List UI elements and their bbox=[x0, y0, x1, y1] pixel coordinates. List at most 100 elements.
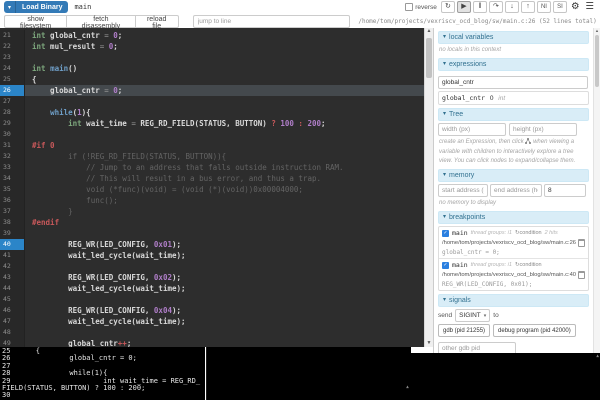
memory-bytes-per-line-input[interactable] bbox=[544, 184, 586, 197]
load-binary-label: Load Binary bbox=[16, 1, 68, 13]
menu-button[interactable]: ☰ bbox=[583, 1, 596, 13]
memory-start-address-input[interactable] bbox=[438, 184, 488, 197]
code-line-29: 29 int wait_time = REG_RD_FIELD(STATUS, … bbox=[0, 118, 424, 129]
line-number-42[interactable]: 42 bbox=[0, 261, 25, 272]
memory-end-address-input[interactable] bbox=[490, 184, 542, 197]
line-number-24[interactable]: 24 bbox=[0, 63, 25, 74]
line-number-28[interactable]: 28 bbox=[0, 107, 25, 118]
line-number-49[interactable]: 49 bbox=[0, 338, 25, 347]
line-number-36[interactable]: 36 bbox=[0, 195, 25, 206]
signal-select[interactable]: SIGINT ▾ bbox=[455, 309, 490, 322]
line-number-32[interactable]: 32 bbox=[0, 151, 25, 162]
tree-width-input[interactable] bbox=[438, 123, 506, 136]
code-text: int global_cntr = 0; bbox=[25, 30, 424, 41]
code-text bbox=[25, 327, 424, 338]
jump-to-line-input[interactable] bbox=[193, 15, 351, 28]
line-number-25[interactable]: 25 bbox=[0, 74, 25, 85]
breakpoint-enabled-checkbox[interactable]: ✓ bbox=[442, 230, 449, 237]
code-line-25: 25{ bbox=[0, 74, 424, 85]
reverse-checkbox[interactable] bbox=[405, 3, 413, 11]
scroll-up-icon[interactable]: ▲ bbox=[404, 385, 411, 391]
reload-file-button[interactable]: reload file bbox=[135, 15, 179, 28]
breakpoint-condition-button[interactable]: ↻condition bbox=[515, 230, 542, 236]
scroll-down-icon[interactable]: ▼ bbox=[425, 340, 433, 347]
line-number-29[interactable]: 29 bbox=[0, 118, 25, 129]
expression-input[interactable] bbox=[438, 76, 588, 89]
line-number-44[interactable]: 44 bbox=[0, 283, 25, 294]
section-header-memory[interactable]: ▾ memory bbox=[438, 169, 589, 182]
line-number-26[interactable]: 26 bbox=[0, 85, 25, 96]
scroll-up-icon[interactable]: ▲ bbox=[596, 354, 599, 359]
gdb-terminal[interactable]: 25 {26 global_cntr = 0;2728 while(1){29 … bbox=[0, 347, 205, 400]
line-number-38[interactable]: 38 bbox=[0, 217, 25, 228]
line-number-47[interactable]: 47 bbox=[0, 316, 25, 327]
pause-button[interactable]: ‖ bbox=[473, 1, 487, 13]
line-number-23[interactable]: 23 bbox=[0, 52, 25, 63]
step-out-button[interactable]: ↑ bbox=[521, 1, 535, 13]
line-number-31[interactable]: 31 bbox=[0, 140, 25, 151]
line-number-34[interactable]: 34 bbox=[0, 173, 25, 184]
line-number-46[interactable]: 46 bbox=[0, 305, 25, 316]
line-number-45[interactable]: 45 bbox=[0, 294, 25, 305]
chevron-down-icon[interactable]: ▾ bbox=[4, 1, 16, 13]
gdbgui-console-terminal[interactable]: ▲ ▲ The program stopped because it recei… bbox=[206, 347, 411, 400]
line-number-35[interactable]: 35 bbox=[0, 184, 25, 195]
signal-target-buttons: gdb (pid 21255)debug program (pid 42000) bbox=[438, 324, 589, 337]
step-over-button[interactable]: ↷ bbox=[489, 1, 503, 13]
code-text bbox=[25, 261, 424, 272]
line-number-37[interactable]: 37 bbox=[0, 206, 25, 217]
line-number-22[interactable]: 22 bbox=[0, 41, 25, 52]
settings-button[interactable]: ⚙ bbox=[569, 1, 582, 13]
expression-result-row[interactable]: global_cntr 0 int bbox=[438, 91, 589, 105]
code-text: while(1){ bbox=[25, 107, 424, 118]
line-number-27[interactable]: 27 bbox=[0, 96, 25, 107]
send-signal-gdb-button[interactable]: gdb (pid 21255) bbox=[438, 324, 490, 337]
current-file-path: /home/tom/projects/vexriscv_ocd_blog/sw/… bbox=[358, 18, 596, 25]
section-header-local-variables[interactable]: ▾ local variables bbox=[438, 31, 589, 44]
section-header-breakpoints[interactable]: ▾ breakpoints bbox=[438, 211, 589, 224]
code-line-32: 32 if (!REG_RD_FIELD(STATUS, BUTTON)){ bbox=[0, 151, 424, 162]
code-text: if (!REG_RD_FIELD(STATUS, BUTTON)){ bbox=[25, 151, 424, 162]
sidebar-scrollbar-thumb[interactable] bbox=[595, 35, 599, 87]
load-binary-button[interactable]: ▾ Load Binary bbox=[4, 1, 68, 13]
line-number-41[interactable]: 41 bbox=[0, 250, 25, 261]
section-header-tree[interactable]: ▾ Tree bbox=[438, 108, 589, 121]
section-header-signals[interactable]: ▾ signals bbox=[438, 294, 589, 307]
breakpoint-condition-button[interactable]: ↻condition bbox=[515, 262, 542, 268]
other-gdb-pid-input[interactable] bbox=[438, 342, 516, 353]
editor-scrollbar[interactable]: ▲ ▼ bbox=[424, 28, 433, 347]
step-instruction-button[interactable]: SI bbox=[553, 1, 567, 13]
line-number-48[interactable]: 48 bbox=[0, 327, 25, 338]
section-header-expressions[interactable]: ▾ expressions bbox=[438, 58, 589, 71]
binary-path-input[interactable] bbox=[72, 2, 206, 13]
breakpoint-entry-1: ✓mainthread groups: i1↻condition2 hits/h… bbox=[439, 227, 588, 258]
scroll-up-icon[interactable]: ▲ bbox=[425, 28, 433, 35]
send-signal-debug-program-button[interactable]: debug program (pid 42000) bbox=[493, 324, 576, 337]
scroll-up-icon[interactable]: ▲ bbox=[594, 28, 600, 34]
line-number-30[interactable]: 30 bbox=[0, 129, 25, 140]
top-toolbar: ▾ Load Binary reverse ↻▶‖↷↓↑NISI⚙☰ bbox=[0, 0, 600, 14]
breakpoint-enabled-checkbox[interactable]: ✓ bbox=[442, 262, 449, 269]
delete-breakpoint-icon[interactable] bbox=[578, 239, 585, 247]
next-instruction-button[interactable]: NI bbox=[537, 1, 551, 13]
code-line-37: 37 } bbox=[0, 206, 424, 217]
line-number-40[interactable]: 40 bbox=[0, 239, 25, 250]
code-text bbox=[25, 294, 424, 305]
source-editor[interactable]: 21int global_cntr = 0;22int mul_result =… bbox=[0, 28, 433, 347]
delete-breakpoint-icon[interactable] bbox=[578, 271, 585, 279]
continue-button[interactable]: ▶ bbox=[457, 1, 471, 13]
editor-scrollbar-thumb[interactable] bbox=[426, 38, 432, 78]
sidebar-scrollbar[interactable]: ▲ bbox=[593, 28, 600, 353]
line-number-21[interactable]: 21 bbox=[0, 30, 25, 41]
step-into-button[interactable]: ↓ bbox=[505, 1, 519, 13]
line-number-33[interactable]: 33 bbox=[0, 162, 25, 173]
show-filesystem-button[interactable]: show filesystem bbox=[4, 15, 67, 28]
line-number-43[interactable]: 43 bbox=[0, 272, 25, 283]
line-number-39[interactable]: 39 bbox=[0, 228, 25, 239]
console-scroll-arrows[interactable]: ▲ ▲ bbox=[404, 347, 411, 400]
program-output-terminal[interactable]: ▲ Program output -- Programs being debug… bbox=[411, 353, 600, 400]
tree-height-input[interactable] bbox=[509, 123, 577, 136]
run-restart-button[interactable]: ↻ bbox=[441, 1, 455, 13]
chevron-down-icon: ▾ bbox=[484, 313, 487, 319]
fetch-disassembly-button[interactable]: fetch disassembly bbox=[66, 15, 135, 28]
